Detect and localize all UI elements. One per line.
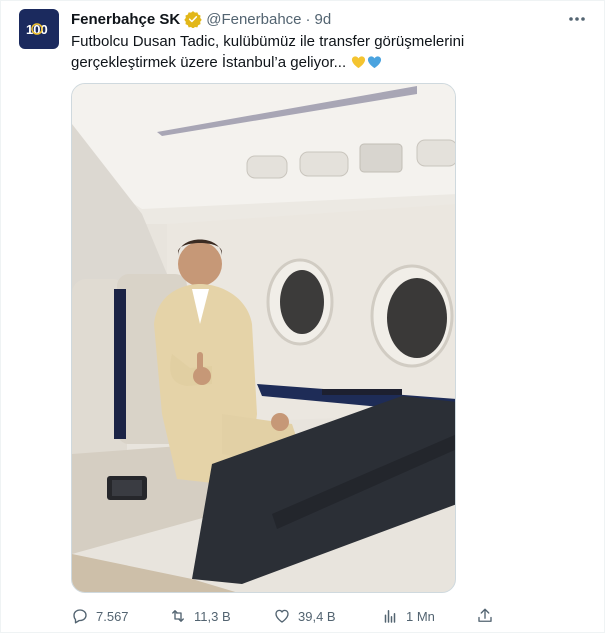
views-count: 1 Mn — [406, 608, 435, 624]
retweet-button[interactable]: 11,3 B — [169, 605, 231, 627]
tweet-text-line-2-row: gerçekleştirmek üzere İstanbul’a geliyor… — [71, 52, 491, 73]
heart-icon — [275, 609, 289, 623]
tweet-card[interactable]: 100 Fenerbahçe SK @Fenerbahce · 9d Futbo… — [0, 0, 605, 633]
jet-cabin-photo — [72, 84, 455, 592]
reply-count: 7.567 — [96, 608, 129, 624]
analytics-icon — [384, 610, 396, 623]
club-logo-icon: 100 — [26, 22, 48, 37]
like-button[interactable]: 39,4 B — [273, 605, 336, 627]
tweet-text-line-2: gerçekleştirmek üzere İstanbul’a geliyor… — [71, 54, 347, 71]
blue-heart-icon — [368, 56, 382, 69]
author-name[interactable]: Fenerbahçe SK — [71, 11, 180, 28]
avatar[interactable]: 100 — [19, 9, 59, 49]
share-button[interactable] — [476, 605, 494, 627]
tweet-timestamp[interactable]: 9d — [315, 11, 332, 28]
yellow-heart-icon — [352, 56, 366, 69]
comment-icon — [73, 609, 87, 624]
tweet-header: Fenerbahçe SK @Fenerbahce · 9d — [71, 9, 331, 29]
tweet-text: Futbolcu Dusan Tadic, kulübümüz ile tran… — [71, 31, 491, 73]
tweet-text-line-1: Futbolcu Dusan Tadic, kulübümüz ile tran… — [71, 33, 465, 50]
tweet-actions: 7.567 11,3 B 39,4 B 1 Mn — [71, 605, 501, 627]
retweet-count: 11,3 B — [194, 608, 231, 624]
like-count: 39,4 B — [298, 608, 336, 624]
share-icon — [478, 608, 492, 622]
retweet-icon — [172, 610, 184, 622]
more-options-icon[interactable] — [567, 11, 587, 27]
author-handle[interactable]: @Fenerbahce — [206, 11, 301, 28]
tweet-photo[interactable] — [71, 83, 456, 593]
verified-badge-icon[interactable] — [184, 10, 202, 28]
separator-dot: · — [305, 10, 311, 28]
reply-button[interactable]: 7.567 — [71, 605, 129, 627]
views-button[interactable]: 1 Mn — [381, 605, 435, 627]
